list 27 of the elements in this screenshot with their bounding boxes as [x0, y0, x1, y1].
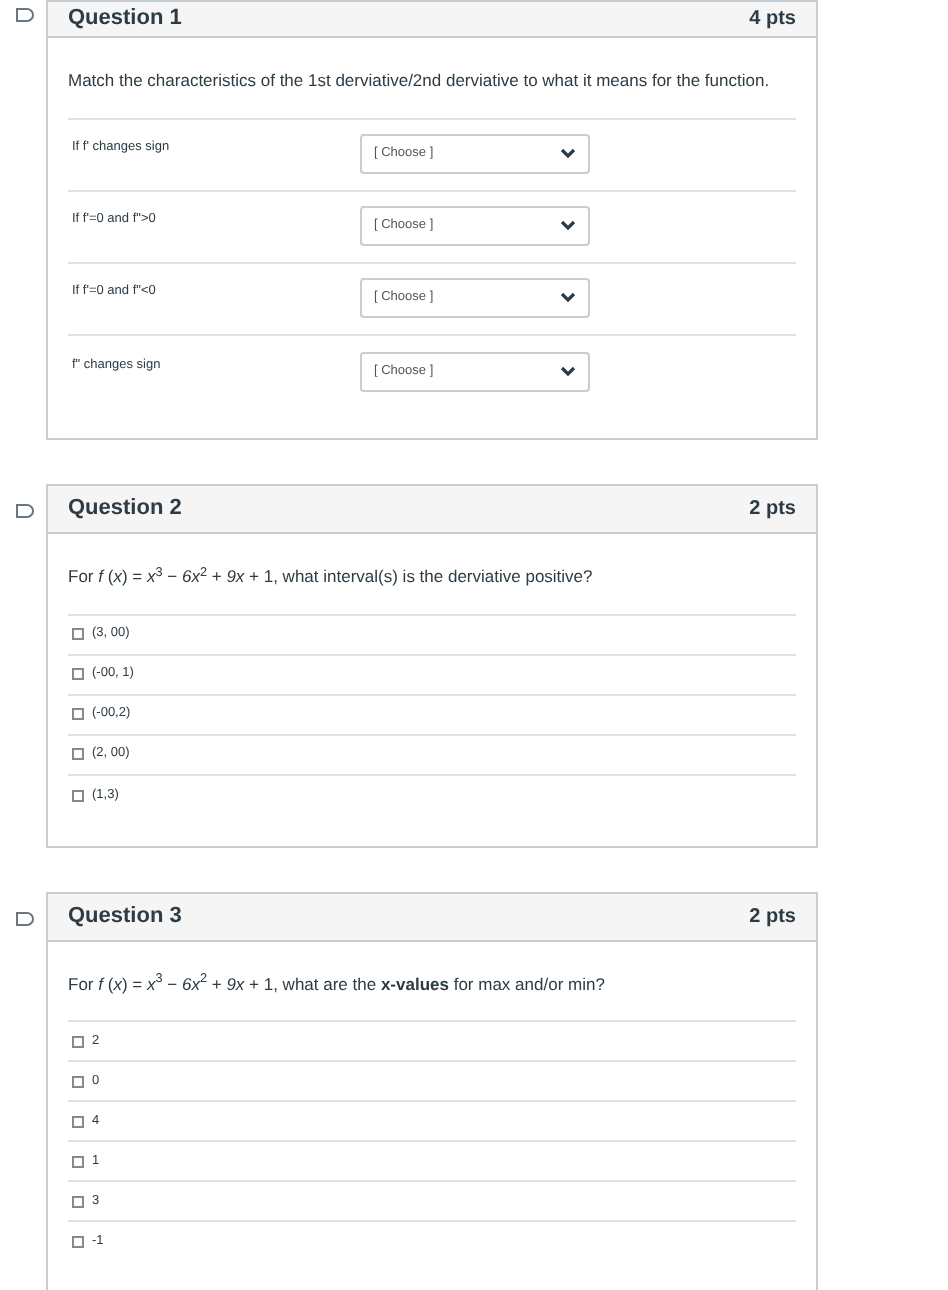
answer-checkbox[interactable] [72, 1075, 84, 1088]
question-text: For f (x) = x$^{3}$ − 6x$^{2}$ + 9x + 1, what are the x-values for max and/or min? [68, 971, 796, 1023]
answer-checkbox[interactable] [72, 748, 84, 760]
question-text: Match the characteristics of the 1st derviative/2nd derviative to what it means for the function. [68, 68, 796, 120]
points-label: 4 pts [749, 6, 796, 34]
chevron-down-icon [560, 292, 576, 305]
answer-checkbox[interactable] [72, 708, 84, 720]
answer-checkbox[interactable] [72, 628, 84, 640]
chevron-down-icon [560, 148, 576, 161]
question-title: Question 3 [68, 901, 182, 932]
answer-checkbox[interactable] [72, 1195, 84, 1208]
flag-icon[interactable] [16, 8, 34, 22]
question-text: For f (x) = x$^{3}$ − 6x$^{2}$ + 9x + 1, what interval(s) is the derviative positive? [68, 563, 796, 615]
flag-icon[interactable] [16, 503, 34, 518]
points-label: 2 pts [749, 495, 796, 524]
question-title: Question 2 [68, 494, 182, 524]
points-label: 2 pts [749, 903, 796, 931]
answer-checkbox[interactable] [72, 789, 84, 801]
answer-checkbox[interactable] [72, 668, 84, 680]
answer-checkbox[interactable] [72, 1155, 84, 1168]
flag-icon[interactable] [16, 911, 34, 925]
answer-checkbox[interactable] [72, 1035, 84, 1048]
answer-checkbox[interactable] [72, 1236, 84, 1249]
question-title: Question 1 [68, 4, 182, 35]
chevron-down-icon [560, 365, 576, 378]
answer-checkbox[interactable] [72, 1115, 84, 1128]
chevron-down-icon [560, 220, 576, 233]
